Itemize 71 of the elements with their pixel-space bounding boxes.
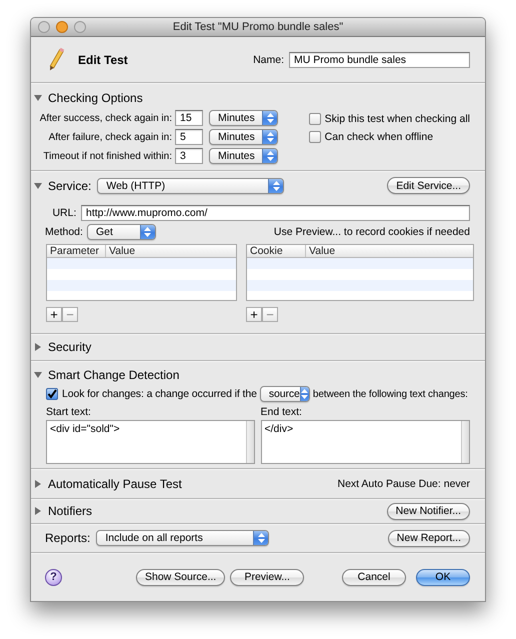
field-label: Method:	[45, 226, 83, 238]
url-field[interactable]: http://www.mupromo.com/	[81, 205, 470, 221]
name-field[interactable]: MU Promo bundle sales	[289, 52, 470, 68]
field-label: End text:	[260, 406, 303, 418]
dialog-button[interactable]: Cancel	[342, 568, 406, 586]
dropdown[interactable]: Web (HTTP)	[97, 178, 284, 194]
field-label: Timeout if not finished within:	[42, 150, 172, 162]
zoom-button[interactable]	[74, 21, 86, 33]
popup-arrows-icon	[262, 130, 277, 144]
disclosure-triangle[interactable]	[34, 182, 42, 190]
name-label: Name:	[253, 54, 284, 66]
checkbox[interactable]	[46, 388, 58, 400]
disclosure-triangle[interactable]	[34, 371, 42, 379]
column-header[interactable]: Cookie	[247, 245, 306, 257]
section-title: Security	[48, 340, 92, 354]
dropdown[interactable]: Minutes	[209, 148, 278, 164]
pencil-icon	[47, 46, 65, 72]
column-header[interactable]: Value	[306, 245, 338, 257]
close-button[interactable]	[38, 21, 50, 33]
checkbox-label: Skip this test when checking all	[324, 113, 470, 125]
section-title: Automatically Pause Test	[48, 476, 182, 490]
checkbox[interactable]	[308, 113, 321, 125]
disclosure-triangle[interactable]	[34, 480, 42, 488]
field-label: Start text:	[46, 406, 92, 418]
section-title: Smart Change Detection	[48, 368, 180, 382]
hint-text: Use Preview... to record cookies if needed	[274, 226, 470, 238]
dialog-heading: Edit Test	[78, 52, 128, 66]
minimize-button[interactable]	[56, 21, 68, 33]
input-field[interactable]: 15	[175, 110, 203, 126]
dropdown[interactable]: Minutes	[209, 110, 278, 126]
edit-service-button[interactable]: Edit Service...	[387, 177, 470, 194]
section-title: Notifiers	[48, 504, 92, 518]
checkbox[interactable]	[308, 131, 321, 143]
auto-pause-status: Next Auto Pause Due: never	[338, 478, 470, 490]
popup-arrows-icon	[262, 111, 277, 125]
input-field[interactable]: 5	[175, 129, 203, 145]
dialog-button[interactable]: OK	[416, 568, 470, 586]
field-label: URL:	[51, 207, 76, 219]
dropdown[interactable]: Get	[86, 224, 156, 240]
start-text-area[interactable]: <div id="sold">	[46, 420, 254, 464]
section-title: Checking Options	[48, 91, 143, 105]
input-field[interactable]: 3	[175, 148, 203, 164]
end-text-area[interactable]: </div>	[260, 420, 470, 464]
add-button[interactable]: +	[246, 307, 262, 322]
dialog-button[interactable]: Show Source...	[136, 568, 226, 586]
add-button[interactable]: +	[46, 307, 62, 322]
checkbox-label: Look for changes: a change occurred if the	[62, 388, 257, 400]
column-header[interactable]: Parameter	[47, 245, 106, 257]
field-label: After failure, check again in:	[48, 132, 172, 142]
dropdown[interactable]: Include on all reports	[96, 530, 270, 546]
popup-arrows-icon	[268, 178, 284, 192]
checkbox-label: Can check when offline	[324, 131, 434, 143]
disclosure-triangle[interactable]	[34, 507, 42, 515]
new-notifier-button[interactable]: New Notifier...	[386, 502, 470, 520]
window-title: Edit Test "MU Promo bundle sales"	[172, 21, 344, 33]
column-header[interactable]: Value	[106, 245, 138, 257]
dialog-button[interactable]: Preview...	[230, 568, 304, 586]
dropdown[interactable]: Minutes	[209, 129, 278, 145]
popup-arrows-icon	[253, 531, 268, 545]
help-button[interactable]: ?	[45, 568, 62, 586]
reports-label: Reports:	[45, 531, 90, 545]
popup-arrows-icon	[140, 225, 155, 239]
option-text: between the following text changes:	[312, 388, 468, 400]
disclosure-triangle[interactable]	[34, 94, 42, 102]
dropdown[interactable]: source	[260, 386, 310, 402]
field-label: After success, check again in:	[38, 112, 172, 124]
new-report-button[interactable]: New Report...	[388, 530, 470, 546]
disclosure-triangle[interactable]	[34, 343, 42, 351]
service-label: Service:	[48, 178, 92, 192]
popup-arrows-icon	[300, 387, 309, 401]
popup-arrows-icon	[262, 149, 277, 163]
